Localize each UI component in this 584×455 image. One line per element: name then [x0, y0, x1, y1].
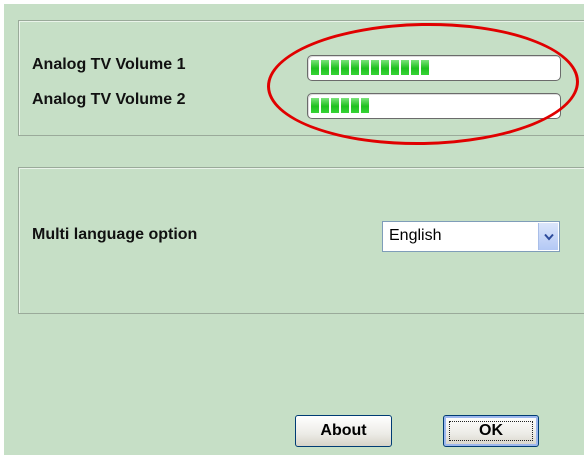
chevron-down-icon[interactable] — [538, 223, 558, 250]
settings-panel: Analog TV Volume 1 Analog TV Volume 2 Mu… — [4, 4, 584, 455]
language-label: Multi language option — [32, 226, 198, 243]
language-group: Multi language option English — [18, 167, 584, 314]
about-button[interactable]: About — [295, 415, 392, 447]
language-select[interactable]: English — [382, 221, 560, 252]
focus-ring — [449, 421, 533, 441]
ok-button[interactable]: OK — [443, 415, 539, 447]
volume-2-label: Analog TV Volume 2 — [32, 91, 186, 108]
language-selected-value: English — [389, 227, 442, 244]
volume-1-label: Analog TV Volume 1 — [32, 56, 186, 73]
